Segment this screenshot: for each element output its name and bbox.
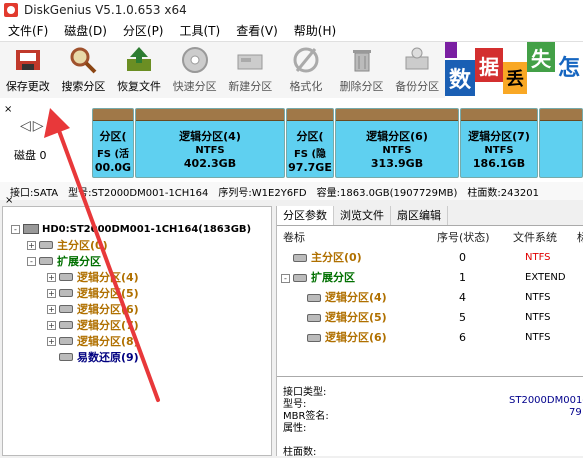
arrow-head [44, 108, 70, 138]
arrow-shaft [56, 126, 160, 402]
annotation-arrow [44, 108, 160, 402]
